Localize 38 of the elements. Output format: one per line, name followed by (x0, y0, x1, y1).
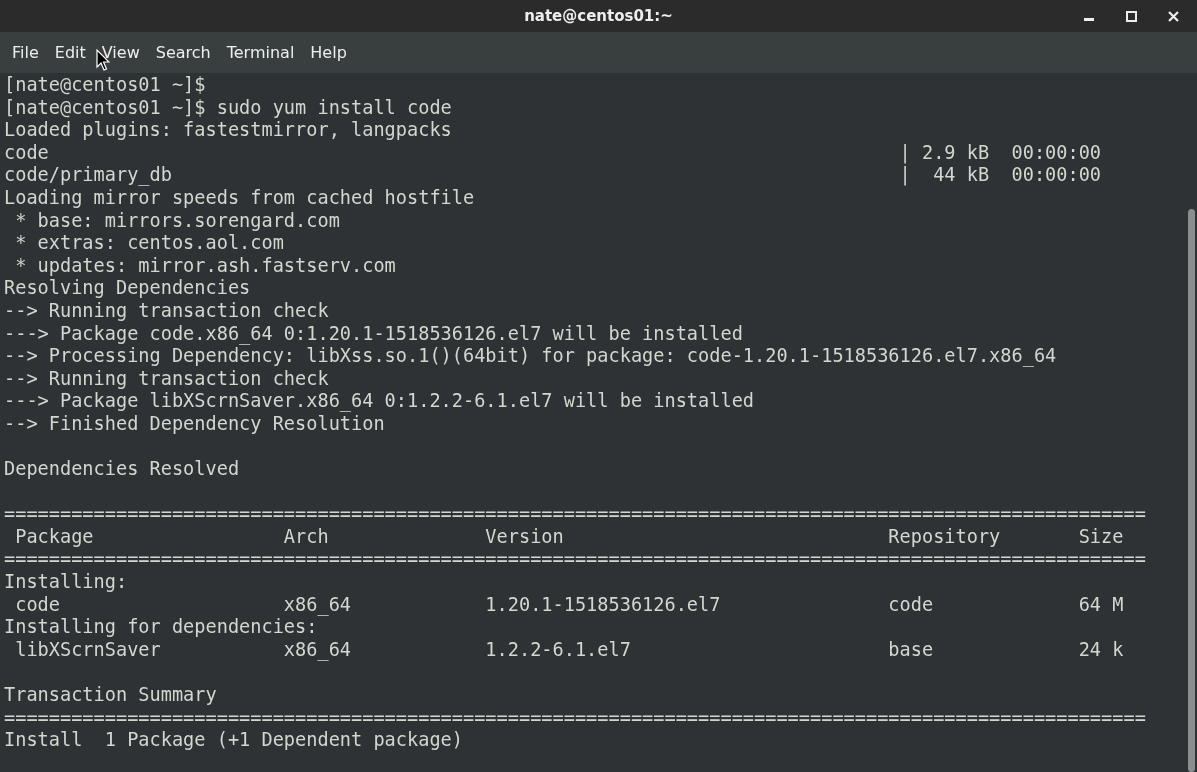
terminal-line: code x86_64 1.20.1-1518536126.el7 code 64 M (14, 593, 1124, 617)
terminal-line: * base: mirrors.sorengard.com (14, 209, 340, 233)
window-title: nate@centos01:~ (524, 7, 673, 25)
terminal-line: [nate@centos01 ~]$ sudo yum install code (4, 96, 452, 120)
menu-item[interactable]: Search (147, 40, 219, 65)
terminal-line: --> Running transaction check (4, 367, 329, 391)
terminal-line: Installing: (4, 571, 128, 594)
terminal-line: ---> Package code.x86_64 0:1.20.1-1518536126.el7 will be installed (4, 322, 743, 346)
terminal-line: * updates: mirror.ash.fastserv.com (14, 254, 396, 278)
terminal-line: --> Processing Dependency: libXss.so.1()(64bit) for package: code-1.20.1-1518536126.el7.x86_64 (4, 345, 1057, 368)
terminal-line: code | 2.9 kB 00:00:00 (4, 141, 1102, 165)
terminal-line: ====================================================================================================== (4, 706, 1146, 730)
menu-item[interactable]: Terminal (218, 40, 303, 65)
terminal-line: ---> Package libXScrnSaver.x86_64 0:1.2.2-6.1.el7 will be installed (4, 390, 755, 413)
terminal-line: ====================================================================================================== (4, 503, 1146, 526)
terminal-line: * extras: centos.aol.com (14, 232, 284, 255)
scrollbar-thumb[interactable] (1188, 209, 1195, 772)
terminal-line: code/primary_db | 44 kB 00:00:00 (4, 164, 1102, 187)
terminal-line: Transaction Summary (4, 684, 217, 707)
terminal-line: Install 1 Package (+1 Dependent package) (4, 729, 463, 752)
terminal-line: Installing for dependencies: (4, 616, 318, 639)
terminal-line: Loading mirror speeds from cached hostfile (4, 186, 475, 210)
maximize-icon (1125, 10, 1137, 22)
terminal-line: Dependencies Resolved (4, 458, 240, 481)
terminal-line: Package Arch Version Repository Size (14, 525, 1124, 549)
terminal-line: [nate@centos01 ~]$ (4, 74, 206, 97)
close-icon (1167, 10, 1179, 22)
menu-item[interactable]: Help (302, 40, 355, 65)
terminal-line: --> Running transaction check (4, 299, 329, 323)
terminal-line: Resolving Dependencies (4, 277, 251, 300)
terminal-line: Loaded plugins: fastestmirror, langpacks (4, 119, 452, 142)
menu-item[interactable]: File (4, 40, 47, 65)
terminal-line: --> Finished Dependency Resolution (4, 412, 385, 436)
menu-item[interactable]: View (93, 40, 148, 65)
terminal-line: libXScrnSaver x86_64 1.2.2-6.1.el7 base 24 k (14, 638, 1124, 662)
minimize-icon (1084, 18, 1094, 21)
menu-item[interactable]: Edit (46, 40, 94, 65)
terminal-line: ====================================================================================================== (4, 548, 1146, 572)
